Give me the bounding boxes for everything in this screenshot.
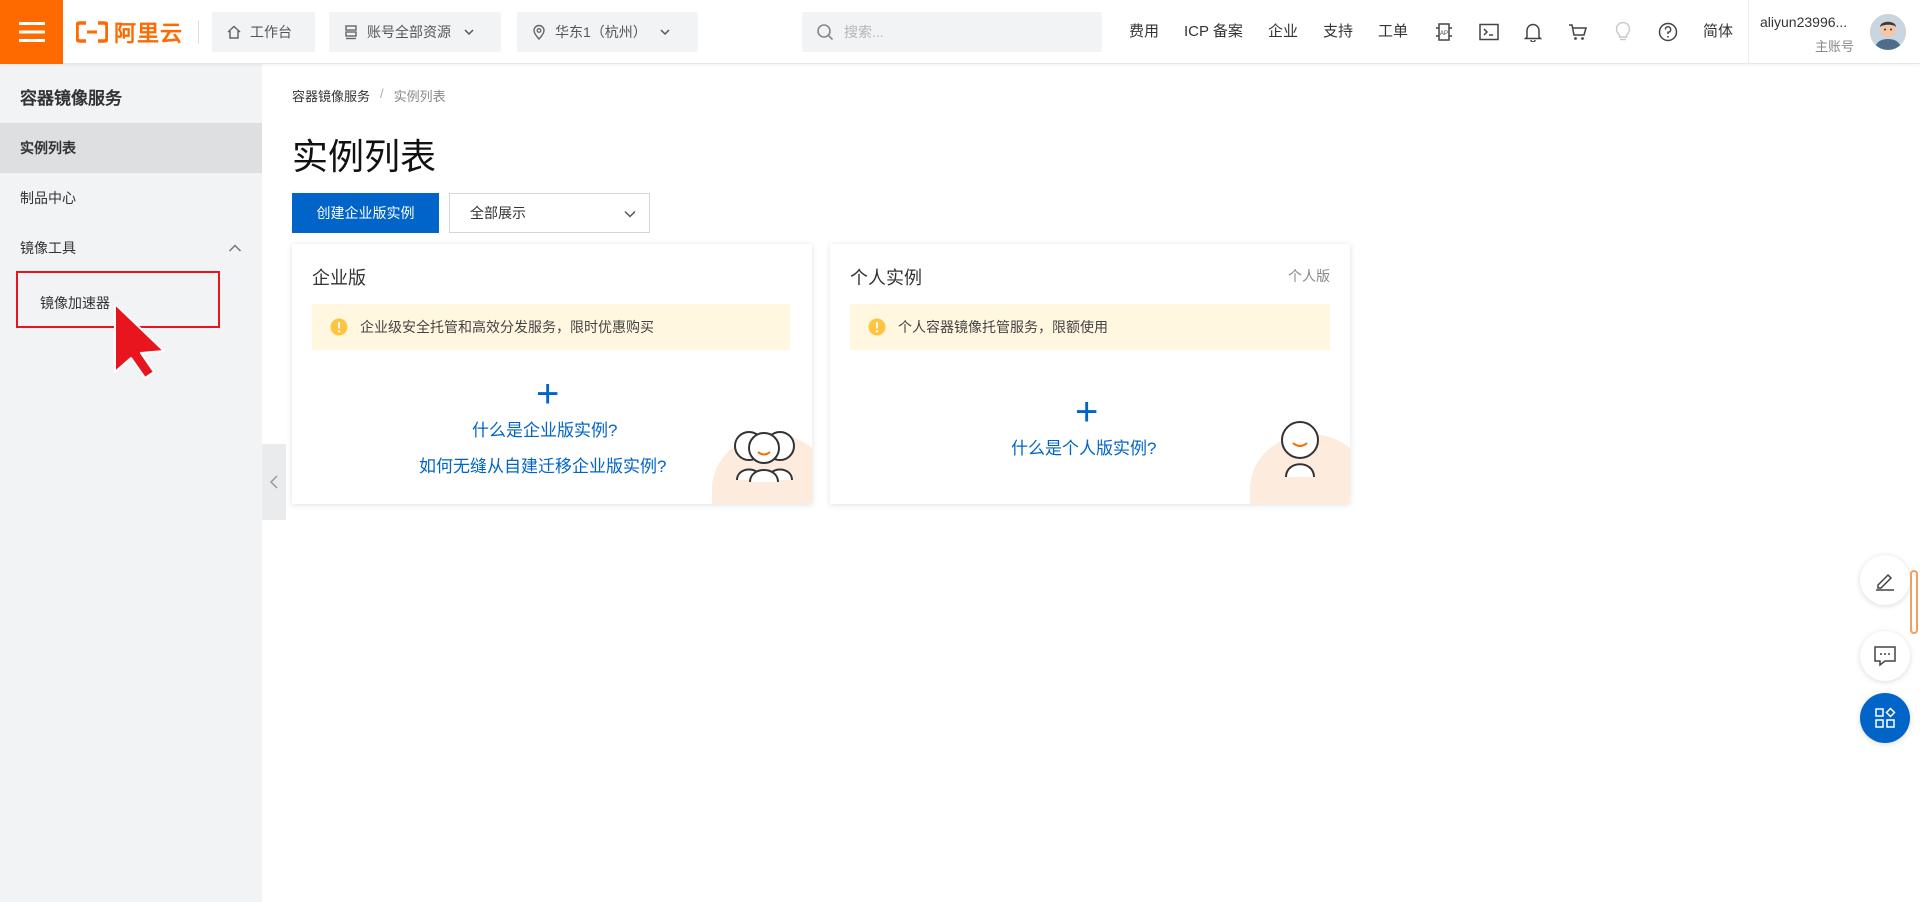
- sidebar-item-image-tools[interactable]: 镜像工具: [0, 223, 262, 273]
- aliyun-logo[interactable]: 阿里云: [76, 16, 183, 48]
- nav-link-ticket[interactable]: 工单: [1378, 0, 1408, 64]
- sidebar-title: 容器镜像服务: [20, 89, 122, 108]
- breadcrumb-current: 实例列表: [393, 89, 446, 104]
- page-title: 实例列表: [292, 136, 437, 177]
- hamburger-menu-button[interactable]: [0, 0, 63, 64]
- region-dropdown[interactable]: 华东1（杭州）: [517, 12, 698, 52]
- chevron-up-icon: [228, 244, 242, 252]
- user-name[interactable]: aliyun23996...: [1760, 14, 1847, 30]
- notice-banner: 企业级安全托管和高效分发服务，限时优惠购买: [312, 304, 790, 350]
- apps-button[interactable]: [1860, 693, 1910, 743]
- search-input[interactable]: [844, 24, 1084, 40]
- nav-link-support[interactable]: 支持: [1323, 0, 1353, 64]
- side-scroll-handle[interactable]: [1910, 570, 1918, 634]
- card-title: 个人实例: [850, 268, 922, 288]
- location-pin-icon: [533, 24, 545, 40]
- breadcrumb-link[interactable]: 容器镜像服务: [292, 86, 370, 105]
- what-is-enterprise-link[interactable]: 什么是企业版实例?: [472, 416, 617, 441]
- top-navbar: 阿里云 工作台 账号全部资源 华东1（杭州） 搜索... 费用 ICP 备案 企…: [0, 0, 1920, 64]
- workbench-label: 工作台: [250, 24, 292, 40]
- divider: [198, 20, 199, 44]
- card-title: 企业版: [312, 268, 366, 288]
- notice-banner: 个人容器镜像托管服务，限额使用: [850, 304, 1330, 350]
- chevron-down-icon: [464, 29, 474, 36]
- notice-text: 企业级安全托管和高效分发服务，限时优惠购买: [360, 319, 654, 335]
- sidebar-collapse-button[interactable]: [262, 444, 286, 520]
- person-icon: [1281, 421, 1319, 478]
- svg-text:AP: AP: [1440, 31, 1448, 37]
- team-people-icon: [734, 431, 795, 482]
- nav-link-icp[interactable]: ICP 备案: [1184, 0, 1243, 64]
- menu-icon: [18, 22, 45, 42]
- home-icon: [227, 25, 241, 39]
- resources-label: 账号全部资源: [367, 24, 451, 40]
- bell-icon: [1524, 23, 1542, 42]
- help-button[interactable]: [1656, 20, 1680, 44]
- chevron-left-icon: [269, 475, 278, 489]
- lightbulb-icon: [1615, 22, 1631, 41]
- notice-text: 个人容器镜像托管服务，限额使用: [898, 319, 1108, 335]
- chevron-down-icon: [624, 210, 636, 218]
- sidebar-item-artifact-center[interactable]: 制品中心: [0, 173, 262, 223]
- warning-icon: [330, 318, 348, 336]
- terminal-icon-button[interactable]: [1477, 20, 1501, 44]
- divider: [1748, 0, 1749, 64]
- language-switch[interactable]: 简体: [1703, 0, 1733, 64]
- chevron-down-icon: [660, 29, 670, 36]
- api-icon: AP: [1436, 23, 1452, 41]
- logo-text: 阿里云: [114, 21, 184, 46]
- notification-button[interactable]: [1521, 20, 1545, 44]
- pointer-arrow-icon: [114, 303, 165, 379]
- enterprise-instance-card: 企业版 企业级安全托管和高效分发服务，限时优惠购买 + 什么是企业版实例? 如何…: [292, 244, 812, 504]
- cart-button[interactable]: [1566, 20, 1590, 44]
- region-label: 华东1（杭州）: [555, 24, 647, 40]
- cart-icon: [1569, 24, 1587, 40]
- search-box[interactable]: [802, 12, 1102, 52]
- pencil-icon: [1876, 573, 1894, 591]
- user-role: 主账号: [1815, 39, 1855, 54]
- what-is-personal-link[interactable]: 什么是个人版实例?: [1011, 434, 1156, 459]
- create-instance-plus[interactable]: +: [1075, 392, 1098, 432]
- help-icon: [1658, 22, 1678, 42]
- grid-apps-icon: [1875, 707, 1896, 728]
- select-value: 全部展示: [470, 205, 526, 221]
- create-enterprise-instance-button[interactable]: 创建企业版实例: [292, 193, 439, 233]
- user-avatar-icon: [1870, 14, 1906, 50]
- feedback-edit-button[interactable]: [1860, 555, 1910, 605]
- create-instance-plus[interactable]: +: [536, 374, 559, 414]
- stack-icon: [345, 25, 357, 40]
- tips-button[interactable]: [1611, 20, 1635, 44]
- api-icon-button[interactable]: AP: [1432, 20, 1456, 44]
- sidebar-item-label: 镜像工具: [20, 240, 76, 256]
- card-tag: 个人版: [1288, 268, 1330, 284]
- search-icon: [817, 24, 834, 41]
- breadcrumb: 容器镜像服务 / 实例列表: [292, 86, 446, 105]
- warning-icon: [868, 318, 886, 336]
- instance-filter-select[interactable]: 全部展示: [449, 193, 650, 233]
- personal-instance-card: 个人实例 个人版 个人容器镜像托管服务，限额使用 + 什么是个人版实例?: [830, 244, 1350, 504]
- migrate-enterprise-link[interactable]: 如何无缝从自建迁移企业版实例?: [419, 452, 666, 477]
- breadcrumb-separator: /: [380, 86, 384, 101]
- sidebar-item-instance-list[interactable]: 实例列表: [0, 123, 262, 173]
- avatar[interactable]: [1870, 14, 1906, 50]
- terminal-icon: [1479, 23, 1499, 41]
- workbench-button[interactable]: 工作台: [212, 12, 315, 52]
- chat-bubble-icon: [1874, 646, 1896, 667]
- nav-link-enterprise[interactable]: 企业: [1268, 0, 1298, 64]
- sidebar: 容器镜像服务 实例列表 制品中心 镜像工具 镜像加速器: [0, 64, 262, 902]
- resources-dropdown[interactable]: 账号全部资源: [329, 12, 501, 52]
- chat-button[interactable]: [1860, 631, 1910, 681]
- logo-icon: [76, 21, 108, 43]
- nav-link-billing[interactable]: 费用: [1129, 0, 1159, 64]
